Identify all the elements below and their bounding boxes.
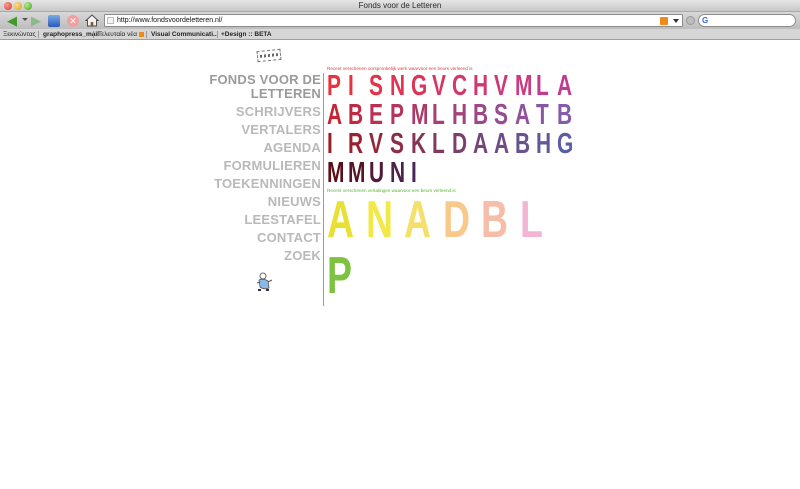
bookmark-separator (217, 31, 218, 38)
bookmark-graphopress-mail[interactable]: graphopress_mail (43, 29, 99, 40)
url-text: http://www.fondsvoordeletteren.nl/ (117, 17, 223, 24)
nav-item-contact[interactable]: CONTACT (209, 229, 321, 247)
book-letter-a[interactable]: A (557, 72, 572, 101)
translation-letter-n[interactable]: N (366, 194, 393, 246)
book-letter-b[interactable]: B (473, 101, 488, 130)
book-letter-m[interactable]: M (348, 159, 365, 188)
reload-icon[interactable] (47, 14, 61, 27)
book-letter-k[interactable]: K (411, 130, 426, 159)
url-history-dropdown-icon[interactable] (673, 19, 679, 23)
bookmarks-bar: Ξεκινώντας graphopress_mail Τελευταία νέ… (0, 29, 800, 40)
book-letter-b[interactable]: B (348, 101, 363, 130)
book-letter-v[interactable]: V (432, 72, 446, 101)
nav-item-agenda[interactable]: AGENDA (209, 139, 321, 157)
book-letter-l[interactable]: L (432, 101, 445, 130)
book-letter-m[interactable]: M (327, 159, 344, 188)
nav-item-vertalers[interactable]: VERTALERS (209, 121, 321, 139)
book-letter-b[interactable]: B (515, 130, 530, 159)
book-letter-h[interactable]: H (452, 101, 467, 130)
book-letter-t[interactable]: T (536, 101, 549, 130)
bookmark-latest-news-label: Τελευταία νέα (98, 31, 138, 38)
browser-toolbar: ◀ ▶ ✕ http://www.fondsvoordeletteren.nl/… (0, 12, 800, 29)
book-letter-v[interactable]: V (494, 72, 508, 101)
book-letter-u[interactable]: U (369, 159, 384, 188)
book-letter-l[interactable]: L (536, 72, 549, 101)
window-titlebar: Fonds voor de Letteren (0, 0, 800, 12)
site-title-line1[interactable]: FONDS VOOR DE (209, 73, 321, 87)
translation-letter-p[interactable]: P (327, 250, 352, 302)
book-letter-h[interactable]: H (473, 72, 488, 101)
book-letter-m[interactable]: M (515, 72, 532, 101)
book-letter-i[interactable]: I (327, 130, 333, 159)
rss-feed-icon (139, 31, 145, 37)
book-letter-h[interactable]: H (536, 130, 551, 159)
book-letter-i[interactable]: I (411, 159, 417, 188)
bookmark-getting-started[interactable]: Ξεκινώντας (3, 29, 36, 40)
bookmark-separator (146, 31, 147, 38)
bookmark-separator (93, 31, 94, 38)
book-letter-r[interactable]: R (348, 130, 363, 159)
book-letter-a[interactable]: A (327, 101, 342, 130)
nav-item-zoek[interactable]: ZOEK (209, 247, 321, 265)
logo-stamp-icon[interactable] (256, 48, 282, 63)
book-letter-p[interactable]: P (327, 72, 341, 101)
translation-letter-a[interactable]: A (404, 194, 431, 246)
book-letter-s[interactable]: S (494, 101, 508, 130)
home-icon[interactable] (85, 14, 99, 27)
nav-item-nieuws[interactable]: NIEUWS (209, 193, 321, 211)
search-input[interactable]: G (698, 14, 796, 27)
book-letter-a[interactable]: A (494, 130, 509, 159)
nav-item-formulieren[interactable]: FORMULIEREN (209, 157, 321, 175)
bookmark-separator (38, 31, 39, 38)
book-letter-e[interactable]: E (369, 101, 383, 130)
book-letter-m[interactable]: M (411, 101, 428, 130)
nav-item-schrijvers[interactable]: SCHRIJVERS (209, 103, 321, 121)
book-letter-g[interactable]: G (411, 72, 427, 101)
forward-arrow-icon[interactable]: ▶ (28, 13, 44, 28)
book-letter-p[interactable]: P (390, 101, 404, 130)
window-title: Fonds voor de Letteren (358, 1, 442, 10)
translation-letter-b[interactable]: B (481, 194, 508, 246)
nav-item-toekenningen[interactable]: TOEKENNINGEN (209, 175, 321, 193)
site-title-line2[interactable]: LETTEREN (209, 87, 321, 101)
book-letter-v[interactable]: V (369, 130, 383, 159)
go-icon[interactable] (686, 16, 695, 25)
translation-letter-a[interactable]: A (327, 194, 354, 246)
book-letter-a[interactable]: A (515, 101, 530, 130)
translation-letter-l[interactable]: L (520, 194, 543, 246)
translation-letter-d[interactable]: D (443, 194, 470, 246)
book-letter-l[interactable]: L (432, 130, 445, 159)
book-letter-n[interactable]: N (390, 159, 405, 188)
book-letter-s[interactable]: S (369, 72, 383, 101)
rss-feed-icon[interactable] (660, 17, 668, 25)
book-letter-d[interactable]: D (452, 130, 467, 159)
book-letter-n[interactable]: N (390, 72, 405, 101)
bookmark-visual-communication[interactable]: Visual Communicati... (151, 29, 218, 40)
back-arrow-icon[interactable]: ◀ (3, 13, 21, 28)
nav-item-leestafel[interactable]: LEESTAFEL (209, 211, 321, 229)
figure-illustration-icon[interactable] (253, 271, 275, 293)
book-letter-a[interactable]: A (473, 130, 488, 159)
book-letter-c[interactable]: C (452, 72, 467, 101)
book-letter-g[interactable]: G (557, 130, 573, 159)
main-navigation: FONDS VOOR DE LETTEREN SCHRIJVERS VERTAL… (209, 73, 321, 265)
google-search-icon[interactable]: G (702, 16, 708, 25)
bookmark-design-beta[interactable]: +Design :: BETA (221, 29, 272, 40)
stop-icon[interactable]: ✕ (66, 14, 80, 27)
site-favicon-icon (107, 17, 114, 24)
book-letter-b[interactable]: B (557, 101, 572, 130)
address-bar[interactable]: http://www.fondsvoordeletteren.nl/ (104, 14, 683, 27)
content-divider (323, 73, 324, 306)
book-letter-i[interactable]: I (348, 72, 354, 101)
bookmark-latest-news[interactable]: Τελευταία νέα (98, 29, 145, 40)
book-letter-s[interactable]: S (390, 130, 404, 159)
